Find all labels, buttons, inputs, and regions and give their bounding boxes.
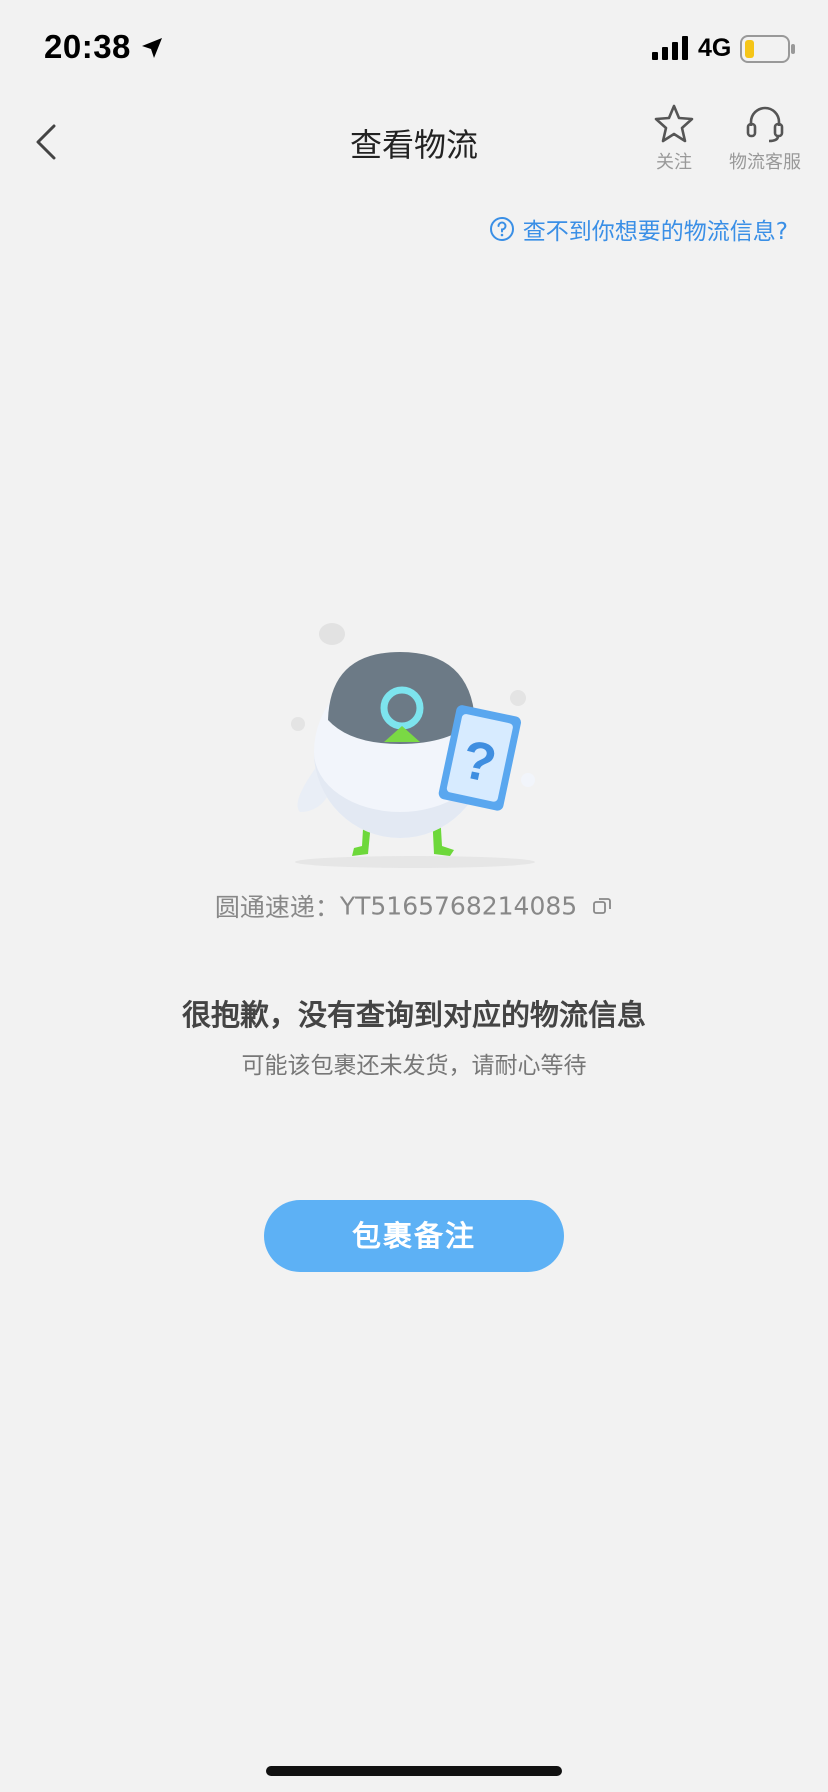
question-circle-icon [489,217,514,241]
carrier-label: 圆通速递： [214,893,340,922]
tracking-row: 圆通速递：YT5165768214085 [0,888,828,924]
signal-icon [652,36,688,60]
logistics-service-button[interactable]: 物流客服 [720,102,810,174]
nav-bar: 查看物流 关注 物流客服 [0,100,828,188]
copy-icon[interactable] [591,895,613,917]
battery-icon [740,35,795,63]
status-time: 20:38 [44,28,131,65]
headset-icon [746,106,784,143]
follow-button[interactable]: 关注 [642,102,706,174]
status-bar: 20:38 4G [0,0,828,100]
service-label: 物流客服 [729,152,801,173]
empty-state-title: 很抱歉，没有查询到对应的物流信息 [181,998,646,1032]
network-label: 4G [698,34,732,62]
help-link-text: 查不到你想要的物流信息? [522,219,788,245]
package-note-button[interactable]: 包裹备注 [264,1200,564,1272]
tracking-number: YT5165768214085 [339,891,578,921]
location-arrow-icon [142,38,162,58]
empty-state-subtitle: 可能该包裹还未发货，请耐心等待 [241,1053,587,1079]
follow-label: 关注 [656,152,692,173]
home-indicator [266,1766,562,1776]
mascot-illustration: ? [291,623,535,868]
help-link[interactable]: 查不到你想要的物流信息? [489,212,788,246]
star-icon [654,104,694,143]
